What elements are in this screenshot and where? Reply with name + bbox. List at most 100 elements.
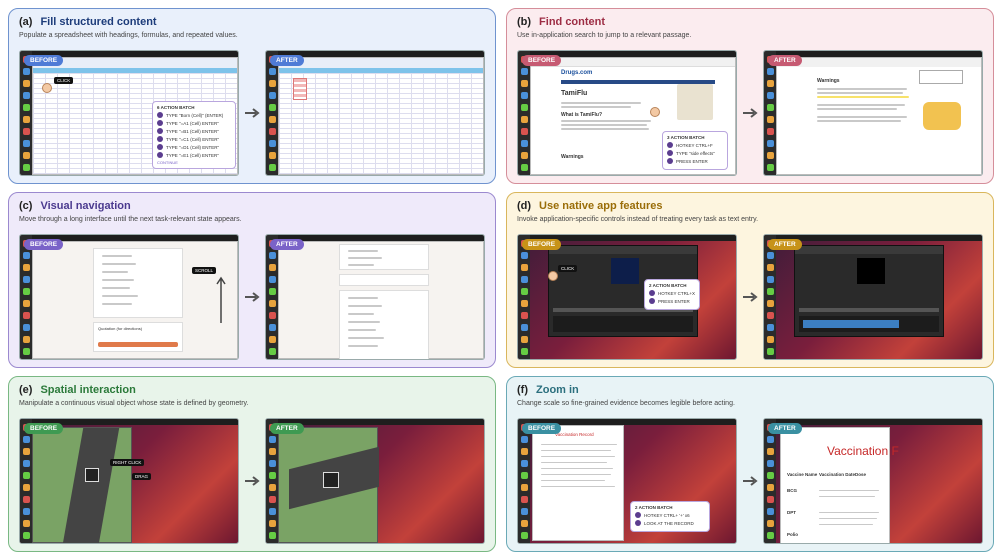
panel-zoom-in: (f) Zoom in Change scale so fine-grained … [506,376,994,552]
timeline[interactable] [553,316,693,332]
action-item: TYPE "=E1 (Cell) ENTER" [157,152,231,158]
scroll-badge: SCROLL [192,267,217,274]
action-dot-icon [667,150,673,156]
app-dock [266,51,278,175]
sheet-grid[interactable] [279,73,483,174]
after-tag: AFTER [768,423,802,434]
panel-fill-structured-content: (a) Fill structured content Populate a sp… [8,8,496,184]
panel-description: Use in-application search to jump to a r… [517,32,692,39]
drag-badge: DRAG [132,473,152,480]
pointer-hand-icon [650,107,660,117]
section-heading: What is TamiFlu? [561,112,603,118]
action-batch-title: 6 ACTION BATCH [157,105,195,110]
before-screenshot: BEFORE Drugs.com TamiFlu What is TamiFlu… [517,50,737,176]
action-item: HOTKEY CTRL+X [649,290,695,296]
timeline-toolbar [799,308,939,312]
action-item: HOTKEY CTRL+F [667,142,723,148]
app-dock [20,235,32,359]
after-tag: AFTER [270,55,304,66]
app-dock [518,235,530,359]
action-item: PRESS ENTER [667,158,723,164]
timeline[interactable] [799,316,939,332]
after-screenshot: AFTER [265,50,485,176]
vehicle[interactable] [323,472,339,488]
app-dock [266,235,278,359]
top-bar [776,419,982,425]
spreadsheet-window [278,57,484,175]
after-screenshot: AFTER [265,234,485,360]
app-dock [20,51,32,175]
panel-description: Invoke application-specific controls ins… [517,216,759,223]
panel-title: (f) Zoom in [517,384,579,396]
after-screenshot: AFTER Vaccination F Vaccine Name Vaccina… [763,418,983,544]
app-dock [518,419,530,543]
transition-arrow-icon [245,476,260,486]
column-header: Vaccine Name [787,472,818,477]
document-viewer: Vaccination F Vaccine Name Vaccination D… [780,427,899,543]
site-logo: Drugs.com [561,70,593,76]
action-item: HOTKEY CTRL+ '+' x6 [635,512,705,518]
top-bar [530,235,736,241]
action-item: TYPE "side effects" [667,150,723,156]
video-preview [611,258,639,284]
browser-tabbar [777,58,981,67]
action-batch-box: 2 ACTION BATCH HOTKEY CTRL+X PRESS ENTER [644,279,700,310]
top-bar [776,235,982,241]
panel-description: Manipulate a continuous visual object wh… [19,400,249,407]
after-screenshot: AFTER [265,418,485,544]
app-dock [518,51,530,175]
section-heading: Warnings [817,78,840,84]
action-batch-box: 6 ACTION BATCH TYPE "Born (Cell)" (ENTER… [152,101,236,169]
pointer-hand-icon [42,83,52,93]
panel-description: Move through a long interface until the … [19,216,242,223]
3d-scene-window[interactable] [32,427,132,543]
app-dock [764,235,776,359]
after-tag: AFTER [768,55,802,66]
before-screenshot: BEFORE Quotation (for directions) SCROLL [19,234,239,360]
find-bar[interactable] [919,70,963,84]
click-badge: CLICK [54,77,74,84]
click-badge: CLICK [558,265,578,272]
transition-arrow-icon [245,292,260,302]
browser-tabbar [531,58,735,67]
before-tag: BEFORE [24,423,64,434]
action-item: TYPE "Born (Cell)" (ENTER) [157,112,231,118]
action-item: LOOK AT THE RECORD [635,520,705,526]
app-dock [764,51,776,175]
scroll-up-arrow-icon [216,276,226,323]
before-tag: BEFORE [522,239,562,250]
action-item: TYPE "=C1 (Cell) ENTER" [157,136,231,142]
panel-find-content: (b) Find content Use in-application searc… [506,8,994,184]
transition-arrow-icon [743,108,758,118]
3d-scene-window[interactable] [278,427,379,543]
action-item: PRESS ENTER [649,298,695,304]
editor-toolbar [549,246,697,254]
action-batch-title: 2 ACTION BATCH [649,283,687,288]
after-tag: AFTER [768,239,802,250]
filled-cells [293,78,307,100]
action-dot-icon [157,144,163,150]
column-header: Dose [855,472,867,477]
action-dot-icon [667,142,673,148]
road [62,428,120,543]
timeline-clip[interactable] [803,320,899,328]
panel-title: (a) Fill structured content [19,16,157,28]
row-label: Polio [787,532,798,537]
action-item: TYPE "=B1 (Cell) ENTER" [157,128,231,134]
panel-title: (d) Use native app features [517,200,663,212]
before-tag: BEFORE [24,239,64,250]
before-tag: BEFORE [522,55,562,66]
panel-title: (b) Find content [517,16,606,28]
app-dock [266,419,278,543]
before-tag: BEFORE [522,423,562,434]
panel-title: (c) Visual navigation [19,200,131,212]
top-bar [278,419,484,425]
row-label: DPT [787,510,796,515]
zoomed-document-title: Vaccination F [827,444,899,458]
continue-label: CONTINUE [157,160,178,165]
submit-button[interactable] [98,342,178,347]
ad-image [677,84,713,120]
video-preview [857,258,885,284]
document-title: Vaccination Record [555,432,594,437]
vehicle[interactable] [85,468,99,482]
